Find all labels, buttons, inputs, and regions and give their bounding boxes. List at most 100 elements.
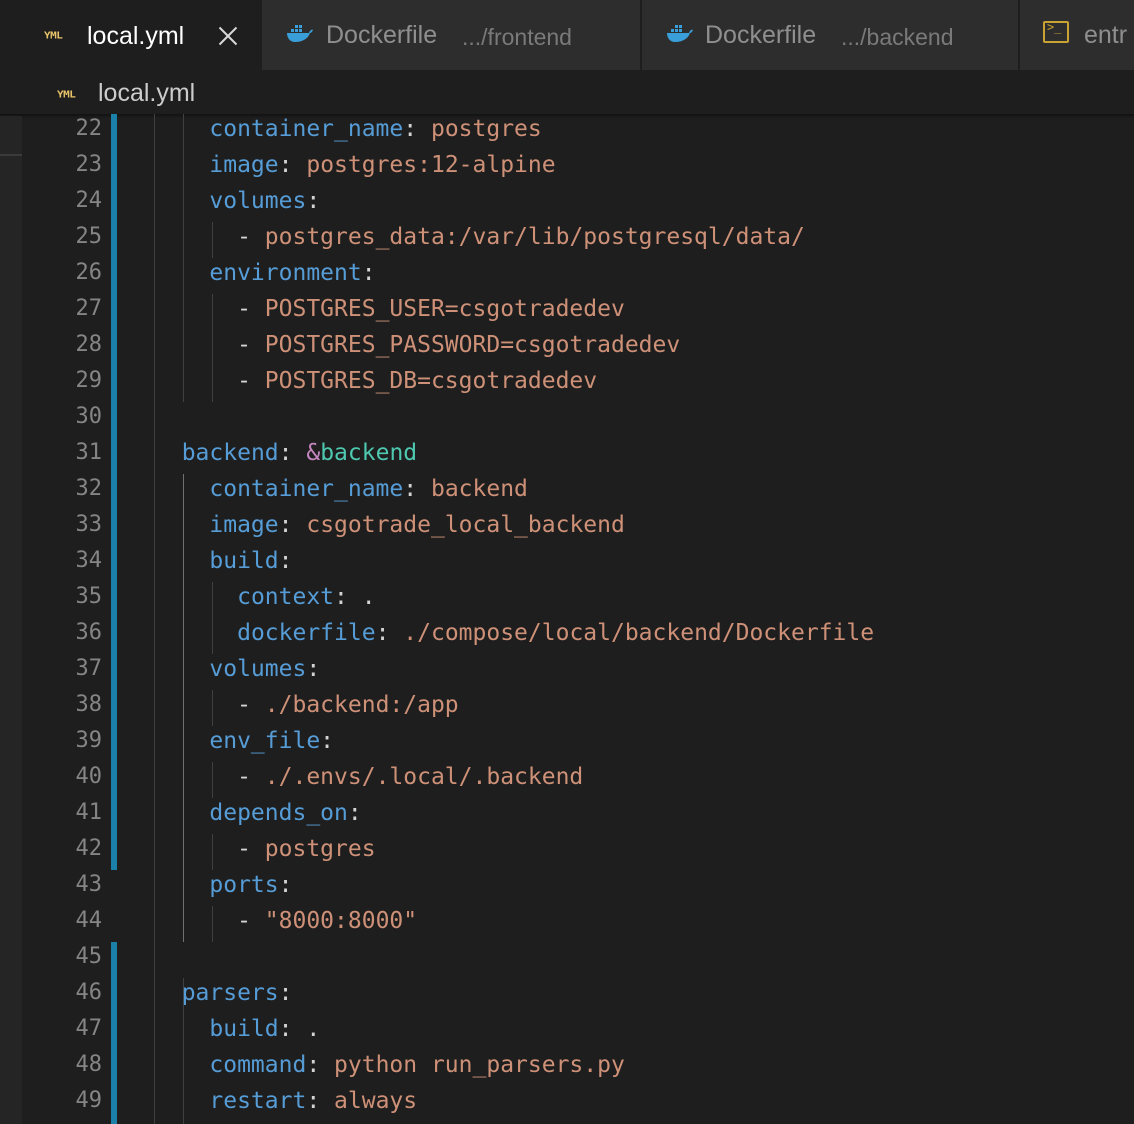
code-text: - "8000:8000" (154, 908, 417, 934)
code-editor[interactable]: 22 container_name: postgres 23 image: pos… (22, 114, 1134, 1124)
yaml-value: ./.envs/.local/.backend (264, 764, 584, 790)
close-icon[interactable] (216, 24, 240, 48)
code-line[interactable]: 29 - POSTGRES_DB=csgotradedev (22, 366, 1134, 402)
code-line[interactable]: 43 ports: (22, 870, 1134, 906)
code-line[interactable]: 25 - postgres_data:/var/lib/postgresql/d… (22, 222, 1134, 258)
tab-entrypoint[interactable]: entr (1020, 0, 1134, 70)
colon: : (403, 116, 431, 142)
tab-dockerfile-frontend[interactable]: Dockerfile .../frontend (262, 0, 642, 70)
tab-label: local.yml (87, 22, 185, 50)
code-line[interactable]: 30 (22, 402, 1134, 438)
code-line[interactable]: 22 container_name: postgres (22, 114, 1134, 150)
code-line[interactable]: 49 restart: always (22, 1086, 1134, 1122)
yaml-key: env_file (209, 728, 321, 754)
code-line[interactable]: 47 build: . (22, 1014, 1134, 1050)
yaml-value: ./backend:/app (264, 692, 459, 718)
code-line[interactable]: 27 - POSTGRES_USER=csgotradedev (22, 294, 1134, 330)
code-line[interactable]: 38 - ./backend:/app (22, 690, 1134, 726)
tab-label: Dockerfile (705, 21, 817, 49)
tab-label: Dockerfile (326, 21, 438, 49)
code-text: backend: &backend (154, 440, 417, 466)
line-number: 24 (75, 188, 103, 213)
yaml-key: volumes (209, 656, 307, 682)
line-number: 26 (75, 260, 103, 285)
tab-local-yml[interactable]: YML local.yml (0, 0, 262, 70)
colon: : (278, 980, 307, 1006)
code-line[interactable]: 48 command: python run_parsers.py (22, 1050, 1134, 1086)
code-line[interactable]: 34 build: (22, 546, 1134, 582)
colon: : (375, 620, 404, 646)
code-line[interactable]: 45 (22, 942, 1134, 978)
yaml-key: container_name (209, 476, 404, 502)
terminal-icon (1043, 20, 1069, 43)
code-line[interactable]: 39 env_file: (22, 726, 1134, 762)
colon: : (278, 152, 307, 178)
code-text: env_file: (154, 728, 348, 754)
list-dash: - (237, 368, 265, 394)
list-dash: - (237, 908, 265, 934)
code-line[interactable]: 40 - ./.envs/.local/.backend (22, 762, 1134, 798)
code-line[interactable]: 33 image: csgotrade_local_backend (22, 510, 1134, 546)
code-text: dockerfile: ./compose/local/backend/Dock… (154, 620, 874, 646)
yaml-key: image (209, 512, 279, 538)
left-panel-edge (0, 116, 22, 1124)
yaml-value: postgres (264, 836, 376, 862)
code-text: - postgres (154, 836, 376, 862)
code-line[interactable]: 32 container_name: backend (22, 474, 1134, 510)
code-line[interactable]: 42 - postgres (22, 834, 1134, 870)
code-line[interactable]: 26 environment: (22, 258, 1134, 294)
code-line[interactable]: 44 - "8000:8000" (22, 906, 1134, 942)
colon: : (278, 548, 307, 574)
editor-tab-bar: YML local.yml Dockerfile .../frontend Do… (0, 0, 1134, 70)
yaml-key: environment (209, 260, 362, 286)
breadcrumb: YML local.yml (0, 70, 1134, 116)
list-dash: - (237, 296, 265, 322)
breadcrumb-file[interactable]: local.yml (98, 79, 195, 108)
code-line[interactable]: 28 - POSTGRES_PASSWORD=csgotradedev (22, 330, 1134, 366)
list-dash: - (237, 692, 265, 718)
code-text: image: postgres:12-alpine (154, 152, 556, 178)
code-text: restart: always (154, 1088, 417, 1114)
list-dash: - (237, 224, 265, 250)
yaml-key: dockerfile (237, 620, 376, 646)
colon: : (278, 440, 307, 466)
panel-divider (0, 154, 22, 156)
line-number: 49 (75, 1088, 103, 1113)
yaml-value: POSTGRES_USER=csgotradedev (264, 296, 625, 322)
yaml-key: build (209, 1016, 279, 1042)
code-text: volumes: (154, 188, 334, 214)
line-number: 45 (75, 944, 103, 969)
colon: : (278, 872, 307, 898)
yaml-key: restart (209, 1088, 307, 1114)
code-line[interactable]: 46 parsers: (22, 978, 1134, 1014)
code-line[interactable]: 36 dockerfile: ./compose/local/backend/D… (22, 618, 1134, 654)
code-line[interactable]: 31 backend: &backend (22, 438, 1134, 474)
yaml-value: python run_parsers.py (334, 1052, 625, 1078)
code-line[interactable]: 41 depends_on: (22, 798, 1134, 834)
code-line[interactable]: 37 volumes: (22, 654, 1134, 690)
yaml-value: postgres:12-alpine (306, 152, 556, 178)
yaml-key: ports (209, 872, 279, 898)
docker-icon (667, 25, 693, 42)
line-number: 31 (75, 440, 103, 465)
yaml-value: POSTGRES_PASSWORD=csgotradedev (264, 332, 681, 358)
colon: : (306, 656, 335, 682)
list-dash: - (237, 764, 265, 790)
code-text: build: . (154, 1016, 320, 1042)
tab-dockerfile-backend[interactable]: Dockerfile .../backend (642, 0, 1020, 70)
code-line[interactable]: 35 context: . (22, 582, 1134, 618)
code-line[interactable]: 23 image: postgres:12-alpine (22, 150, 1134, 186)
code-text: - postgres_data:/var/lib/postgresql/data… (154, 224, 805, 250)
code-text: depends_on: (154, 800, 376, 826)
code-line[interactable]: 24 volumes: (22, 186, 1134, 222)
tab-description: .../backend (841, 24, 954, 50)
